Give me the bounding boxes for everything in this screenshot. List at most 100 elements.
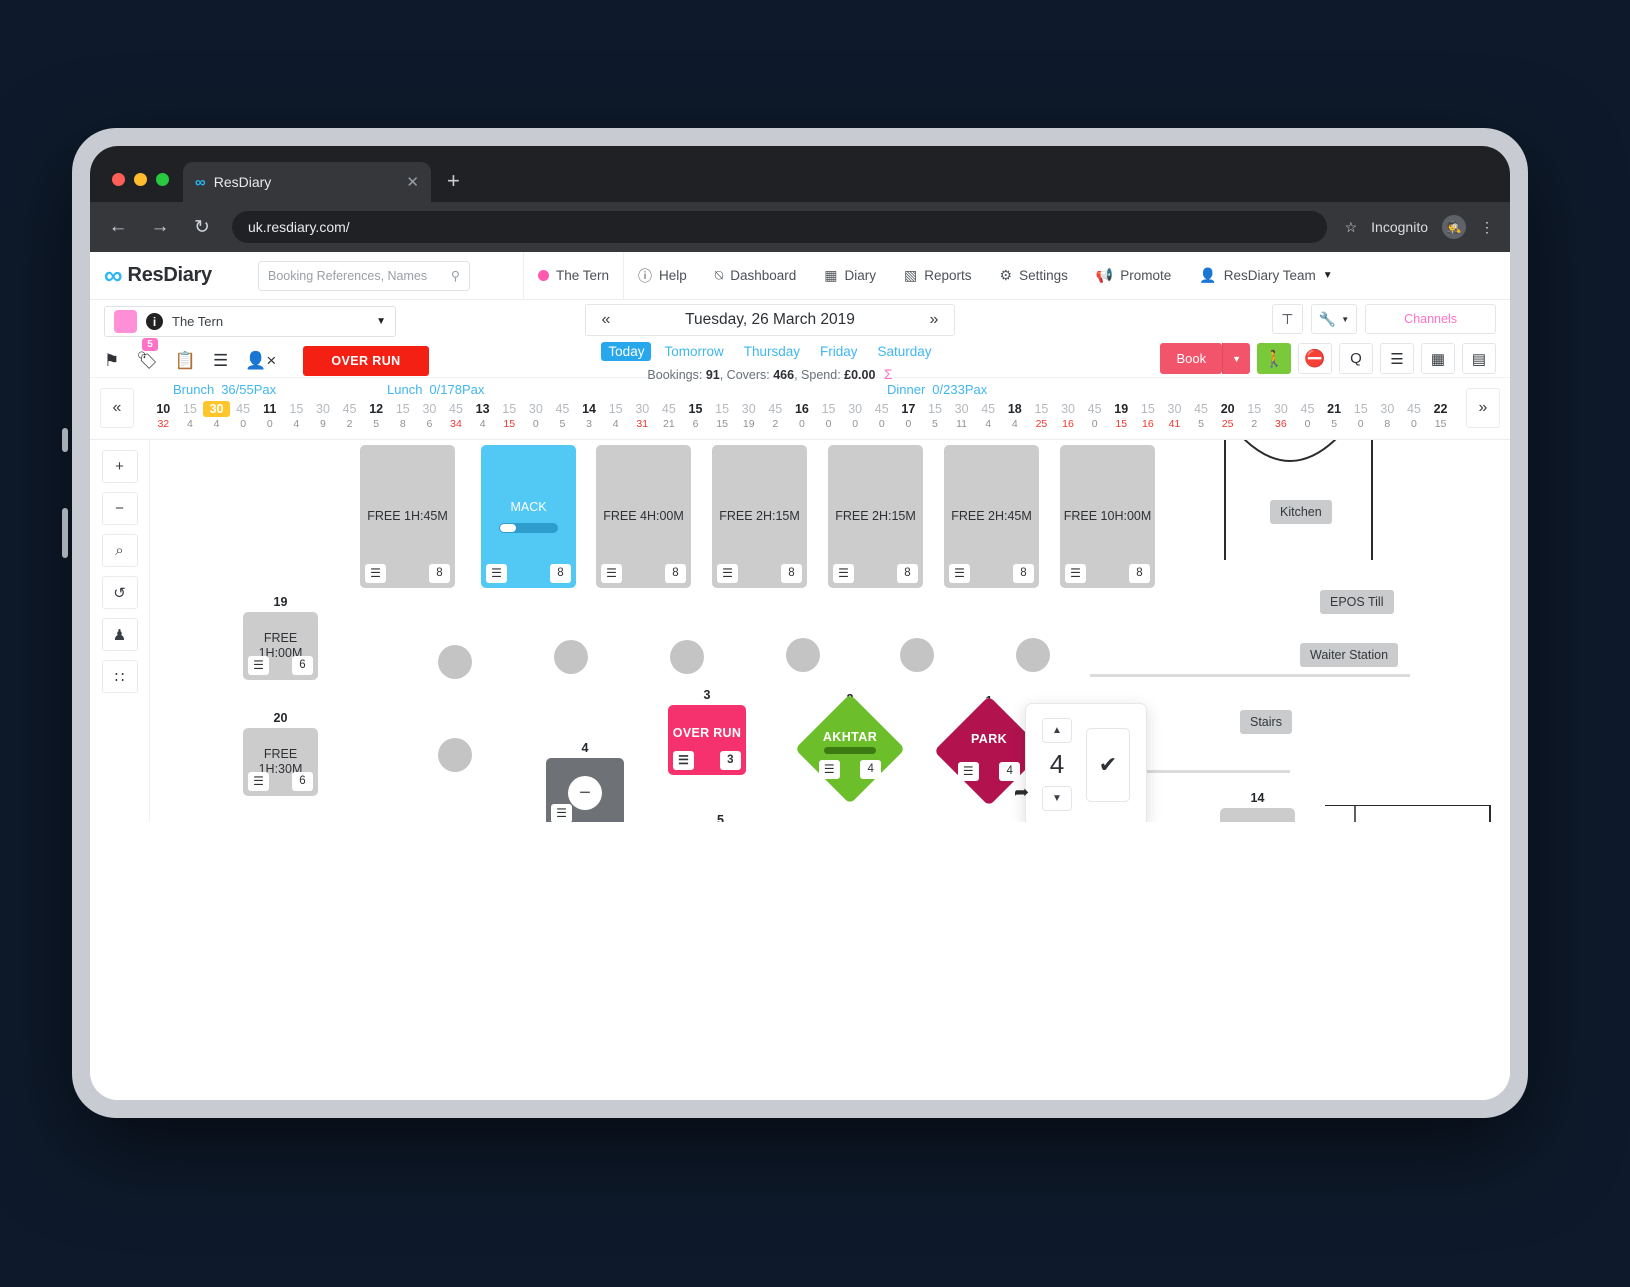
timeline-slot[interactable]: 45 0 — [1081, 401, 1108, 431]
covers-count-icon[interactable]: 8 — [897, 564, 918, 583]
table-box[interactable]: − ☰ — [546, 758, 624, 822]
timeline-slot[interactable]: 45 5 — [1188, 401, 1215, 431]
timeline-slot[interactable]: 45 2 — [762, 401, 789, 431]
table-box[interactable]: FREE 1H:00M ☰ 6 — [243, 612, 318, 680]
covers-count-icon[interactable]: 8 — [1129, 564, 1150, 583]
copy-icon[interactable]: 📋 — [175, 351, 196, 371]
timeline-slot[interactable]: 10 32 — [150, 401, 177, 431]
timeline-slot[interactable]: 18 4 — [1002, 401, 1029, 431]
table-2[interactable]: 2 AKHTAR ☰ 4 — [794, 692, 906, 805]
table-14[interactable]: 14 FREE 8H:45M ☰ 4 — [1220, 791, 1295, 822]
timeline-slot[interactable]: 13 4 — [469, 401, 496, 431]
timeline-slot[interactable]: 15 4 — [283, 401, 310, 431]
nav-item-diary[interactable]: ▦ Diary — [810, 252, 890, 299]
timeline-slot[interactable]: 45 0 — [1294, 401, 1321, 431]
maximize-window-button[interactable] — [156, 173, 169, 186]
covers-count-icon[interactable]: 3 — [720, 751, 741, 770]
hamburger-menu-icon[interactable]: ☰ — [248, 772, 269, 791]
next-day-button[interactable]: » — [914, 311, 954, 329]
close-window-button[interactable] — [112, 173, 125, 186]
timeline-slot[interactable]: 15 15 — [496, 401, 523, 431]
timeline-slot[interactable]: 15 25 — [1028, 401, 1055, 431]
table-box[interactable]: OVER RUN ☰ 3 — [668, 705, 746, 775]
covers-count-icon[interactable]: 4 — [860, 759, 882, 779]
timeline-slot[interactable]: 30 6 — [416, 401, 443, 431]
cover-count-popup[interactable]: ▲ 4 ▼ ✔ — [1025, 703, 1147, 822]
covers-count-icon[interactable]: 4 — [999, 761, 1021, 781]
timeline-slot[interactable]: 12 5 — [363, 401, 390, 431]
table-20[interactable]: 20 FREE 1H:30M ☰ 6 — [243, 711, 318, 796]
channels-button[interactable]: Channels — [1365, 304, 1496, 334]
grid-view-icon[interactable]: ▦ — [1421, 343, 1455, 374]
timeline-slot[interactable]: 30 41 — [1161, 401, 1188, 431]
timeline-slot[interactable]: 30 0 — [842, 401, 869, 431]
table-1[interactable]: 1 PARK ☰ 4 — [933, 694, 1045, 807]
nav-item-dashboard[interactable]: ⍉ Dashboard — [701, 252, 810, 299]
covers-count-icon[interactable]: 8 — [781, 564, 802, 583]
table-box[interactable]: FREE 1H:30M ☰ 6 — [243, 728, 318, 796]
decrement-covers-button[interactable]: ▼ — [1042, 786, 1072, 811]
timeline-slot[interactable]: 45 2 — [336, 401, 363, 431]
zoom-in-icon[interactable]: + — [101, 450, 138, 483]
undo-icon[interactable]: ↺ — [101, 576, 138, 609]
timeline-slot[interactable]: 15 0 — [815, 401, 842, 431]
table-top-1[interactable]: FREE 1H:45M ☰ 8 — [360, 445, 455, 588]
table-top-5[interactable]: FREE 2H:15M ☰ 8 — [828, 445, 923, 588]
hamburger-menu-icon[interactable]: ☰ — [601, 564, 622, 583]
timeline-slot[interactable]: 15 0 — [1347, 401, 1374, 431]
reload-icon[interactable]: ↻ — [190, 216, 214, 239]
minimize-window-button[interactable] — [134, 173, 147, 186]
hamburger-menu-icon[interactable]: ☰ — [365, 564, 386, 583]
timeline-slot[interactable]: 15 16 — [1135, 401, 1162, 431]
grid-icon[interactable]: ∷ — [101, 660, 138, 693]
table-top-4[interactable]: FREE 2H:15M ☰ 8 — [712, 445, 807, 588]
forward-icon[interactable]: → — [148, 216, 172, 238]
table-3[interactable]: 3 OVER RUN ☰ 3 — [668, 688, 746, 775]
hamburger-menu-icon[interactable]: ☰ — [486, 564, 507, 583]
hamburger-menu-icon[interactable]: ☰ — [248, 656, 269, 675]
flag-icon[interactable]: ⚑ — [104, 351, 119, 371]
covers-count-icon[interactable]: 6 — [292, 656, 313, 675]
timeline-slot[interactable]: 21 5 — [1321, 401, 1348, 431]
new-tab-button[interactable]: + — [447, 168, 460, 194]
timeline-slot[interactable]: 45 0 — [230, 401, 257, 431]
hamburger-menu-icon[interactable]: ☰ — [1065, 564, 1086, 583]
no-entry-icon[interactable]: ⛔ — [1298, 343, 1332, 374]
timeline-slot[interactable]: 15 15 — [709, 401, 736, 431]
nav-item-the-tern[interactable]: The Tern — [523, 252, 625, 299]
browser-tab[interactable]: ∞ ResDiary ✕ — [183, 162, 431, 202]
nav-item-settings[interactable]: ⚙ Settings — [986, 252, 1082, 299]
bookmark-star-icon[interactable]: ☆ — [1345, 219, 1358, 236]
timeline-slot[interactable]: 11 0 — [256, 401, 283, 431]
back-icon[interactable]: ← — [106, 216, 130, 238]
upload-icon[interactable]: ⊤ — [1271, 304, 1303, 334]
table-top-7[interactable]: FREE 10H:00M ☰ 8 — [1060, 445, 1155, 588]
address-input[interactable]: uk.resdiary.com/ — [232, 211, 1327, 243]
search-icon[interactable]: ⌕ — [101, 534, 138, 567]
venue-selector[interactable]: i The Tern ▼ — [104, 306, 396, 337]
book-dropdown-button[interactable]: ▼ — [1222, 343, 1250, 374]
timeline-slot[interactable]: 15 5 — [922, 401, 949, 431]
remove-user-icon[interactable]: 👤× — [245, 351, 276, 371]
timeline-slot[interactable]: 30 9 — [310, 401, 337, 431]
table-box[interactable]: FREE 1H:45M ☰ 8 — [360, 445, 455, 588]
timeline-slot[interactable]: 30 16 — [1055, 401, 1082, 431]
table-box[interactable]: FREE 2H:15M ☰ 8 — [828, 445, 923, 588]
timeline-slot[interactable]: 45 0 — [1401, 401, 1428, 431]
table-top-2[interactable]: MACK ☰ 8 — [481, 445, 576, 588]
table-box[interactable]: FREE 10H:00M ☰ 8 — [1060, 445, 1155, 588]
covers-count-icon[interactable]: 8 — [550, 564, 571, 583]
confirm-covers-button[interactable]: ✔ — [1086, 727, 1130, 802]
nav-item-promote[interactable]: 📢 Promote — [1082, 252, 1185, 299]
table-19[interactable]: 19 FREE 1H:00M ☰ 6 — [243, 595, 318, 680]
quick-search-icon[interactable]: Q — [1339, 343, 1373, 374]
timeline-slot[interactable]: 15 4 — [177, 401, 204, 431]
person-icon[interactable]: ♟ — [101, 618, 138, 651]
wrench-icon[interactable]: 🔧 ▼ — [1310, 304, 1358, 334]
table-box[interactable]: FREE 8H:45M ☰ 4 — [1220, 808, 1295, 822]
table-top-6[interactable]: FREE 2H:45M ☰ 8 — [944, 445, 1039, 588]
timeline-slot[interactable]: 45 4 — [975, 401, 1002, 431]
day-tab-tomorrow[interactable]: Tomorrow — [657, 342, 730, 361]
timeline-slot[interactable]: 17 0 — [895, 401, 922, 431]
day-tab-friday[interactable]: Friday — [813, 342, 865, 361]
